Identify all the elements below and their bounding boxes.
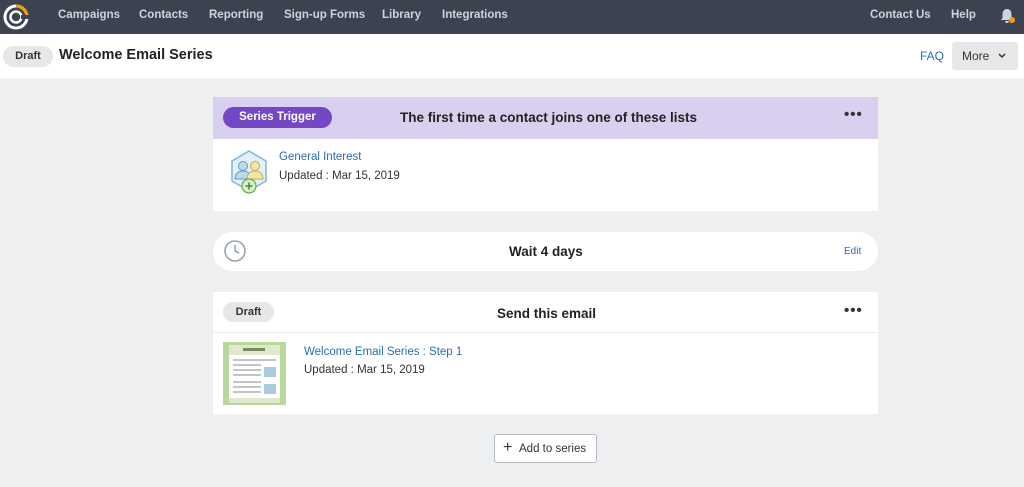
email-status-badge: Draft	[223, 302, 274, 322]
add-to-series-button[interactable]: + Add to series	[494, 434, 597, 463]
nav-integrations[interactable]: Integrations	[442, 9, 508, 21]
page-header: Draft Welcome Email Series FAQ More	[0, 34, 1024, 78]
email-thumbnail[interactable]	[223, 342, 286, 405]
series-trigger-badge: Series Trigger	[223, 107, 332, 128]
email-options-icon[interactable]: •••	[844, 302, 863, 319]
nav-help[interactable]: Help	[951, 9, 976, 21]
add-to-series-label: Add to series	[519, 443, 587, 455]
nav-campaigns[interactable]: Campaigns	[58, 9, 120, 21]
status-badge: Draft	[3, 46, 53, 67]
nav-contacts[interactable]: Contacts	[139, 9, 188, 21]
page-title: Welcome Email Series	[59, 47, 213, 63]
nav-reporting[interactable]: Reporting	[209, 9, 263, 21]
faq-link[interactable]: FAQ	[920, 49, 944, 63]
constant-contact-logo-icon[interactable]	[3, 4, 29, 30]
nav-contact-us[interactable]: Contact Us	[870, 9, 931, 21]
email-preview-icon	[229, 345, 280, 403]
edit-wait-link[interactable]: Edit	[844, 246, 861, 257]
nav-library[interactable]: Library	[382, 9, 421, 21]
trigger-options-icon[interactable]: •••	[844, 106, 863, 123]
nav-sign-up-forms[interactable]: Sign-up Forms	[284, 9, 365, 21]
top-nav-bar: Campaigns Contacts Reporting Sign-up For…	[0, 0, 1024, 34]
wait-duration-label: Wait 4 days	[509, 244, 583, 259]
contact-list-icon	[231, 150, 267, 194]
more-dropdown-button[interactable]: More	[952, 42, 1018, 70]
clock-icon	[224, 240, 246, 262]
series-trigger-card: Series Trigger The first time a contact …	[213, 97, 878, 211]
email-updated-date: Updated : Mar 15, 2019	[304, 364, 425, 376]
series-trigger-header: Series Trigger The first time a contact …	[213, 97, 878, 139]
email-step-card: Draft Send this email ••• Welcome Email …	[213, 292, 878, 414]
email-step-heading: Send this email	[497, 306, 597, 321]
chevron-down-icon	[998, 53, 1006, 59]
plus-icon: +	[503, 439, 513, 456]
trigger-heading: The first time a contact joins one of th…	[400, 110, 698, 125]
contact-list-link[interactable]: General Interest	[279, 151, 361, 163]
list-updated-date: Updated : Mar 15, 2019	[279, 170, 400, 182]
card-divider	[213, 332, 878, 333]
wait-step-card: Wait 4 days Edit	[213, 232, 878, 271]
notification-bell-icon[interactable]	[998, 7, 1016, 25]
more-button-label: More	[962, 49, 990, 63]
email-name-link[interactable]: Welcome Email Series : Step 1	[304, 346, 462, 358]
